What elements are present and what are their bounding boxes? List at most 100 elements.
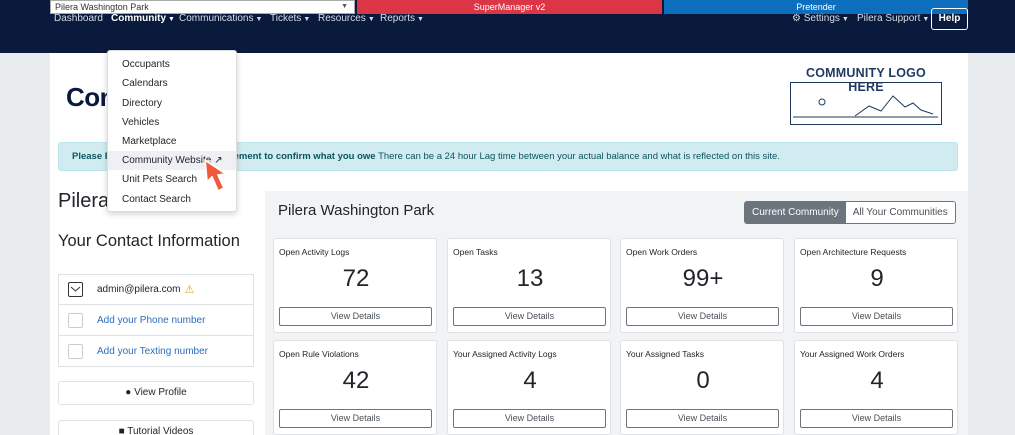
stat-card-label: Open Architecture Requests bbox=[800, 247, 907, 257]
stat-card-label: Your Assigned Activity Logs bbox=[453, 349, 557, 359]
nav-dashboard[interactable]: Dashboard bbox=[54, 13, 103, 24]
nav-user-menu[interactable]: Pilera Support ▼ bbox=[857, 13, 929, 24]
panel-title: Pilera Washington Park bbox=[278, 202, 435, 219]
chevron-down-icon: ▼ bbox=[303, 16, 311, 23]
stat-card: Your Assigned Tasks 0 View Details bbox=[620, 340, 784, 435]
nav-tickets-label: Tickets bbox=[270, 13, 302, 24]
gear-icon: ⚙ bbox=[792, 13, 801, 24]
stat-card-value: 4 bbox=[870, 367, 884, 394]
stat-card: Open Rule Violations 42 View Details bbox=[273, 340, 437, 435]
email-value: admin@pilera.com bbox=[97, 284, 181, 295]
stat-card-label: Open Tasks bbox=[453, 247, 498, 257]
video-camera-icon: ■ bbox=[118, 426, 125, 435]
view-details-button[interactable]: View Details bbox=[800, 409, 953, 428]
alert-text: There can be a 24 hour Lag time between … bbox=[378, 151, 780, 162]
nav-dashboard-label: Dashboard bbox=[54, 13, 103, 24]
nav-settings-label: Settings bbox=[803, 13, 840, 24]
pretender-button[interactable]: Pretender bbox=[664, 0, 968, 14]
chevron-down-icon: ▼ bbox=[417, 16, 424, 23]
stat-card: Your Assigned Activity Logs 4 View Detai… bbox=[447, 340, 611, 435]
stat-card-value: 13 bbox=[516, 265, 544, 292]
nav-communications-label: Communications bbox=[179, 13, 254, 24]
menu-item-vehicles[interactable]: Vehicles bbox=[108, 113, 236, 132]
stat-card-value: 0 bbox=[696, 367, 710, 394]
envelope-icon bbox=[68, 282, 83, 297]
logo-placeholder-box bbox=[790, 82, 942, 125]
alert-lead-text: Please R bbox=[72, 151, 112, 162]
chevron-down-icon: ▼ bbox=[841, 16, 849, 23]
supermanager-button[interactable]: SuperManager v2 bbox=[357, 0, 662, 14]
stat-card-value: 99+ bbox=[682, 265, 724, 292]
menu-item-community-website-label: Community Website bbox=[122, 155, 212, 166]
stat-card-value: 42 bbox=[342, 367, 370, 394]
pointer-cursor-icon bbox=[204, 159, 227, 192]
nav-community-label: Community bbox=[111, 13, 166, 24]
nav-reports[interactable]: Reports ▼ bbox=[380, 13, 424, 24]
current-community-button[interactable]: Current Community bbox=[745, 202, 846, 223]
stat-card: Open Work Orders 99+ View Details bbox=[620, 238, 784, 333]
chevron-down-icon: ▼ bbox=[922, 16, 930, 23]
community-scope-toggle: Current Community All Your Communities bbox=[744, 201, 956, 224]
nav-resources-label: Resources bbox=[318, 13, 366, 24]
add-texting-link[interactable]: Add your Texting number bbox=[97, 346, 208, 357]
nav-reports-label: Reports bbox=[380, 13, 416, 24]
phone-row[interactable]: Add your Phone number bbox=[58, 305, 254, 336]
stat-card: Open Architecture Requests 9 View Detail… bbox=[794, 238, 958, 333]
view-details-button[interactable]: View Details bbox=[279, 307, 432, 326]
chevron-down-icon: ▼ bbox=[341, 3, 348, 10]
stat-card-label: Open Rule Violations bbox=[279, 349, 359, 359]
help-button[interactable]: Help bbox=[931, 8, 968, 30]
stat-card-value: 9 bbox=[870, 265, 884, 292]
warning-icon: ⚠ bbox=[184, 284, 195, 296]
stat-card: Open Tasks 13 View Details bbox=[447, 238, 611, 333]
view-details-button[interactable]: View Details bbox=[279, 409, 432, 428]
stat-card-label: Open Work Orders bbox=[626, 247, 698, 257]
contact-list: admin@pilera.com ⚠ Add your Phone number… bbox=[58, 274, 254, 367]
community-select-value: Pilera Washington Park bbox=[55, 2, 149, 12]
chevron-down-icon: ▼ bbox=[255, 16, 263, 23]
stat-card: Open Activity Logs 72 View Details bbox=[273, 238, 437, 333]
view-profile-button[interactable]: ● View Profile bbox=[58, 381, 254, 405]
stat-card-value: 72 bbox=[342, 265, 370, 292]
tutorial-videos-button[interactable]: ■ Tutorial Videos bbox=[58, 420, 254, 435]
stat-card-value: 4 bbox=[523, 367, 537, 394]
mountain-icon bbox=[793, 95, 938, 118]
nav-communications[interactable]: Communications ▼ bbox=[179, 13, 262, 24]
menu-item-marketplace[interactable]: Marketplace bbox=[108, 132, 236, 151]
all-communities-button[interactable]: All Your Communities bbox=[845, 202, 955, 223]
phone-icon bbox=[68, 312, 83, 328]
user-icon: ● bbox=[125, 387, 132, 398]
community-select[interactable]: Pilera Washington Park ▼ bbox=[50, 0, 355, 14]
alert-bold-text: tatement to confirm what you owe bbox=[222, 151, 376, 162]
view-details-button[interactable]: View Details bbox=[626, 307, 779, 326]
stat-card-label: Open Activity Logs bbox=[279, 247, 350, 257]
tutorial-videos-label: Tutorial Videos bbox=[127, 426, 194, 435]
menu-item-directory[interactable]: Directory bbox=[108, 94, 236, 113]
stat-card-label: Your Assigned Tasks bbox=[626, 349, 704, 359]
nav-resources[interactable]: Resources ▼ bbox=[318, 13, 375, 24]
contact-heading: Your Contact Information bbox=[58, 232, 240, 250]
stat-card: Your Assigned Work Orders 4 View Details bbox=[794, 340, 958, 435]
nav-user-label: Pilera Support bbox=[857, 13, 921, 24]
texting-row[interactable]: Add your Texting number bbox=[58, 336, 254, 367]
view-details-button[interactable]: View Details bbox=[453, 307, 606, 326]
view-details-button[interactable]: View Details bbox=[626, 409, 779, 428]
menu-item-calendars[interactable]: Calendars bbox=[108, 74, 236, 93]
left-heading-text: Pilera bbox=[58, 190, 110, 212]
community-logo: COMMUNITY LOGO HERE bbox=[787, 66, 945, 128]
chevron-down-icon: ▼ bbox=[168, 16, 175, 23]
menu-item-occupants[interactable]: Occupants bbox=[108, 55, 236, 74]
nav-tickets[interactable]: Tickets ▼ bbox=[270, 13, 310, 24]
stat-card-label: Your Assigned Work Orders bbox=[800, 349, 905, 359]
sms-icon bbox=[68, 343, 83, 359]
view-details-button[interactable]: View Details bbox=[453, 409, 606, 428]
add-phone-link[interactable]: Add your Phone number bbox=[97, 315, 205, 326]
view-details-button[interactable]: View Details bbox=[800, 307, 953, 326]
alert-lead: Please R bbox=[72, 143, 112, 170]
nav-settings[interactable]: ⚙ Settings ▼ bbox=[792, 13, 849, 24]
nav-community[interactable]: Community ▼ bbox=[111, 13, 175, 24]
view-profile-label: View Profile bbox=[134, 387, 187, 398]
chevron-down-icon: ▼ bbox=[367, 16, 375, 23]
alert-body: tatement to confirm what you owe There c… bbox=[222, 143, 780, 170]
email-row: admin@pilera.com ⚠ bbox=[58, 274, 254, 305]
